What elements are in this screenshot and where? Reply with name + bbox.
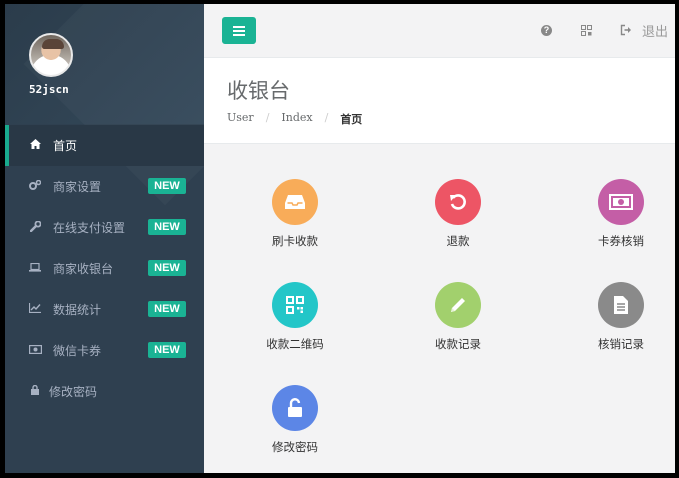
sign-out-icon[interactable]	[620, 24, 632, 36]
file-text-icon	[598, 282, 644, 328]
money-icon	[598, 179, 644, 225]
line-chart-icon	[28, 303, 41, 316]
tile-refund[interactable]: 退款	[403, 179, 513, 249]
new-badge: NEW	[148, 219, 186, 235]
sidebar-item-label: 在线支付设置	[53, 221, 126, 235]
sidebar-item-wechat-coupons[interactable]: 微信卡券 NEW	[5, 330, 204, 371]
question-icon[interactable]: ?	[541, 25, 552, 36]
laptop-icon	[29, 262, 41, 275]
tile-change-password[interactable]: 修改密码	[240, 385, 350, 455]
tile-label: 修改密码	[272, 442, 318, 454]
tile-coupon-redeem[interactable]: 卡券核销	[566, 179, 675, 249]
tile-payment-records[interactable]: 收款记录	[403, 282, 513, 352]
home-icon	[29, 139, 41, 152]
unlock-icon	[272, 385, 318, 431]
sidebar-item-online-payment[interactable]: 在线支付设置 NEW	[5, 207, 204, 248]
breadcrumb-item-index[interactable]: Index	[281, 111, 312, 127]
sidebar-item-label: 数据统计	[53, 303, 102, 317]
sidebar-item-merchant-cashier[interactable]: 商家收银台 NEW	[5, 248, 204, 289]
sidebar-item-statistics[interactable]: 数据统计 NEW	[5, 289, 204, 330]
breadcrumb-item-user[interactable]: User	[227, 111, 254, 127]
username[interactable]: 52jscn	[29, 83, 69, 96]
bars-icon	[233, 25, 245, 28]
sidebar-item-label: 商家收银台	[53, 262, 114, 276]
inbox-icon	[272, 179, 318, 225]
sidebar: 52jscn 首页 商家设置 NEW 在线支付设置 NEW 商家收银台 NEW …	[5, 4, 204, 473]
wrench-icon	[29, 220, 41, 235]
menu-toggle-button[interactable]	[222, 17, 256, 44]
breadcrumb-item-current: 首页	[340, 113, 363, 126]
money-icon	[29, 344, 43, 357]
new-badge: NEW	[148, 342, 186, 358]
undo-icon	[435, 179, 481, 225]
page-heading: 收银台 User / Index / 首页	[204, 58, 675, 144]
tile-label: 收款记录	[435, 339, 481, 351]
pencil-icon	[435, 282, 481, 328]
breadcrumb-separator: /	[324, 111, 329, 124]
avatar[interactable]	[29, 33, 73, 77]
breadcrumb: User / Index / 首页	[227, 111, 362, 127]
tile-label: 核销记录	[598, 339, 644, 351]
tile-label: 卡券核销	[598, 236, 644, 248]
new-badge: NEW	[148, 178, 186, 194]
tile-label: 收款二维码	[266, 339, 324, 351]
sidebar-item-label: 商家设置	[53, 180, 102, 194]
top-navbar: ? 退出	[204, 4, 675, 58]
sidebar-item-label: 微信卡券	[53, 344, 102, 358]
sidebar-item-label: 首页	[53, 139, 78, 153]
gears-icon	[29, 179, 42, 193]
logout-link[interactable]: 退出	[642, 21, 668, 40]
sidebar-item-label: 修改密码	[49, 385, 98, 399]
qrcode-icon	[272, 282, 318, 328]
page-title: 收银台	[227, 80, 290, 103]
tile-payment-qrcode[interactable]: 收款二维码	[240, 282, 350, 352]
sidebar-item-home[interactable]: 首页	[5, 125, 204, 166]
sidebar-item-change-password[interactable]: 修改密码	[5, 371, 204, 412]
tile-redeem-records[interactable]: 核销记录	[566, 282, 675, 352]
tile-label: 退款	[446, 236, 470, 248]
sidebar-item-merchant-settings[interactable]: 商家设置 NEW	[5, 166, 204, 207]
new-badge: NEW	[148, 260, 186, 276]
tile-label: 刷卡收款	[272, 236, 318, 248]
qrcode-icon[interactable]	[581, 25, 592, 36]
new-badge: NEW	[148, 301, 186, 317]
tile-card-payment[interactable]: 刷卡收款	[240, 179, 350, 249]
breadcrumb-separator: /	[265, 111, 270, 124]
profile-panel: 52jscn	[5, 4, 204, 124]
app-frame: 52jscn 首页 商家设置 NEW 在线支付设置 NEW 商家收银台 NEW …	[5, 4, 675, 473]
lock-icon	[29, 384, 41, 398]
